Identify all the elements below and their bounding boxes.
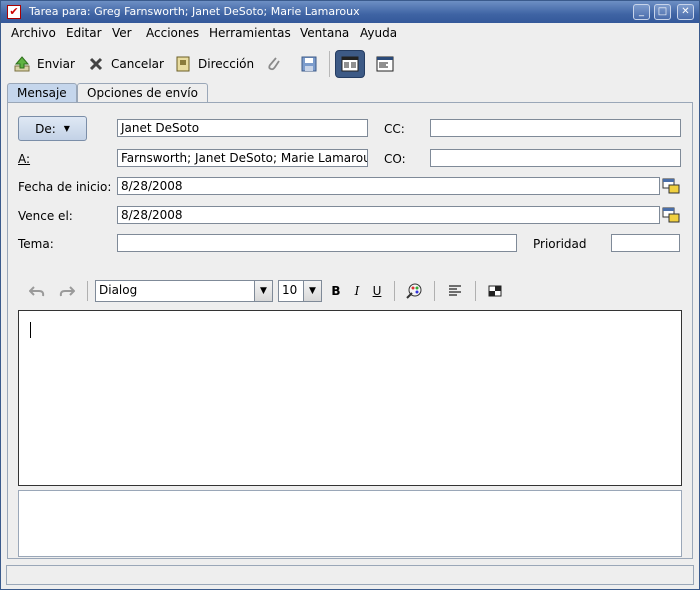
redo-button[interactable] [57,281,77,301]
message-view-icon [341,56,359,72]
color-picker-button[interactable] [404,281,424,301]
due-date-label: Vence el: [18,209,73,223]
format-separator [394,281,395,301]
font-family-value: Dialog [99,283,138,297]
from-button-label: De: [35,121,56,136]
color-palette-icon [406,283,422,299]
properties-view-icon [376,56,394,72]
menu-ayuda[interactable]: Ayuda [360,26,397,40]
menu-acciones[interactable]: Acciones [146,26,199,40]
attach-button[interactable] [265,51,289,77]
dropdown-arrow-icon: ▼ [63,124,70,133]
calendar-icon[interactable] [662,207,680,223]
address-book-button[interactable]: Dirección [174,51,254,77]
menu-herramientas[interactable]: Herramientas [209,26,291,40]
menu-archivo[interactable]: Archivo [11,26,56,40]
subject-label: Tema: [18,237,54,251]
status-bar [6,565,694,585]
to-label: A: [18,152,30,166]
save-draft-button[interactable] [300,51,324,77]
chevron-down-icon: ▼ [303,281,321,301]
align-left-icon [449,285,461,296]
format-separator [475,281,476,301]
tab-opciones-envio[interactable]: Opciones de envío [77,83,208,103]
priority-field[interactable] [611,234,680,252]
bold-button[interactable]: B [328,281,344,301]
insert-image-button[interactable] [485,281,505,301]
cc-label: CC: [384,122,405,136]
task-window: ✔ Tarea para: Greg Farnsworth; Janet DeS… [0,0,700,590]
message-body-editor[interactable] [18,310,682,486]
send-label: Enviar [37,57,75,71]
toolbar: Enviar Cancelar Dirección [1,47,699,81]
priority-label: Prioridad [533,237,587,251]
task-app-icon: ✔ [7,5,21,19]
menu-editar[interactable]: Editar [66,26,102,40]
font-family-select[interactable]: Dialog ▼ [95,280,273,302]
from-button[interactable]: De: ▼ [18,116,87,141]
to-label-text: A: [18,152,31,166]
attachment-area[interactable] [18,490,682,557]
save-icon [301,56,317,72]
cancel-label: Cancelar [111,57,164,71]
bcc-label: CO: [384,152,406,166]
format-separator [434,281,435,301]
redo-icon [59,286,75,297]
tab-mensaje[interactable]: Mensaje [7,83,77,103]
chevron-down-icon: ▼ [254,281,272,301]
cancel-button[interactable]: Cancelar [87,51,164,77]
from-field[interactable]: Janet DeSoto [117,119,368,137]
italic-button[interactable]: I [349,281,365,301]
to-field[interactable]: Farnsworth; Janet DeSoto; Marie Lamaroux [117,149,368,167]
message-view-button[interactable] [335,50,365,78]
text-caret [30,322,31,338]
font-size-value: 10 [282,283,298,297]
send-icon [14,56,30,72]
cancel-icon [89,57,103,71]
maximize-button[interactable]: □ [654,4,671,20]
undo-button[interactable] [27,281,47,301]
subject-field[interactable] [117,234,517,252]
insert-image-icon [488,285,502,297]
align-button[interactable] [445,281,465,301]
properties-view-button[interactable] [370,50,400,78]
menu-ver[interactable]: Ver [112,26,132,40]
address-label: Dirección [198,57,255,71]
format-separator [87,281,88,301]
title-bar[interactable]: ✔ Tarea para: Greg Farnsworth; Janet DeS… [1,1,699,23]
start-date-field[interactable]: 8/28/2008 [117,177,660,195]
font-size-select[interactable]: 10 ▼ [278,280,322,302]
calendar-icon[interactable] [662,178,680,194]
window-title: Tarea para: Greg Farnsworth; Janet DeSot… [29,5,360,18]
address-book-icon [176,56,190,72]
bcc-field[interactable] [430,149,681,167]
menu-bar: Archivo Editar Ver Acciones Herramientas… [1,23,699,45]
minimize-button[interactable]: _ [633,4,650,20]
undo-icon [29,286,45,297]
close-button[interactable]: ✕ [677,4,694,20]
paperclip-icon [268,57,280,71]
menu-ventana[interactable]: Ventana [300,26,349,40]
toolbar-separator [329,51,330,77]
due-date-field[interactable]: 8/28/2008 [117,206,660,224]
send-button[interactable]: Enviar [13,51,75,77]
underline-button[interactable]: U [369,281,385,301]
cc-field[interactable] [430,119,681,137]
start-date-label: Fecha de inicio: [18,180,112,194]
